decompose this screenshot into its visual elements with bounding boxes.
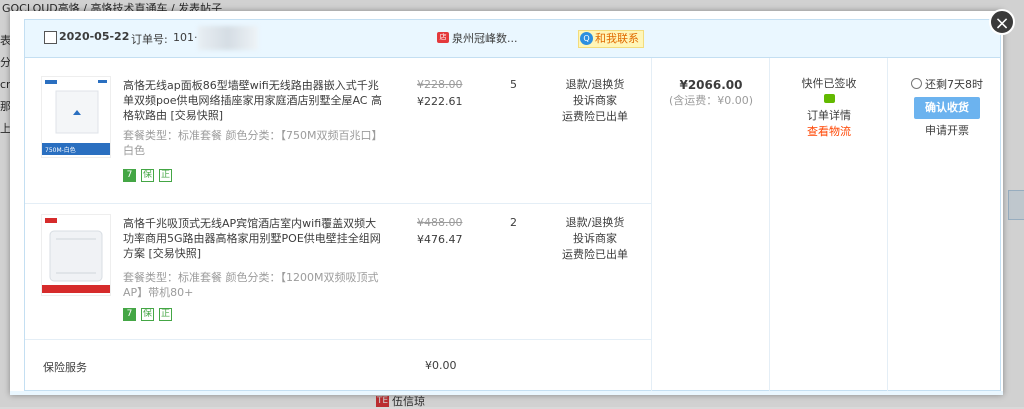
shipping-insurance-link[interactable]: 运费险已出单 (545, 109, 645, 125)
service-links: 退款/退换货 投诉商家 运费险已出单 (545, 215, 645, 263)
order-detail-link[interactable]: 订单详情 (770, 108, 888, 124)
row-divider (25, 203, 651, 204)
total-amount: ¥2066.00 (679, 78, 743, 92)
seven-day-return-icon[interactable]: 7 (123, 308, 136, 321)
product-image[interactable]: 750M-白色 (41, 76, 111, 158)
order-total: ¥2066.00 (含运费：¥0.00) (652, 78, 770, 108)
modal-footer-strip (10, 391, 1003, 395)
quantity: 2 (510, 216, 517, 229)
complain-link[interactable]: 投诉商家 (545, 93, 645, 109)
service-tags: 7保正 (123, 167, 177, 182)
countdown: 还剩7天8时 (925, 78, 983, 91)
guarantee-icon[interactable]: 保 (141, 169, 154, 182)
product-sku: 套餐类型：标准套餐 颜色分类：【1200M双频吸顶式AP】带机80+ (123, 271, 379, 299)
product-title-link[interactable]: 高恪千兆吸顶式无线AP宾馆酒店室内wifi覆盖双频大功率商用5G路由器高格家用别… (123, 216, 385, 261)
clock-icon (911, 78, 922, 89)
insurance-value: ¥0.00 (425, 359, 457, 372)
ap-panel-image: 750M-白色 (42, 77, 110, 157)
order-number-redacted (198, 26, 258, 50)
original-price: ¥488.00 (417, 216, 463, 229)
service-tags: 7保正 (123, 306, 177, 321)
confirm-receipt-button[interactable]: 确认收货 (914, 97, 980, 119)
view-logistics-link[interactable]: 查看物流 (770, 124, 888, 140)
product-title-link[interactable]: 高恪无线ap面板86型墙壁wifi无线路由器嵌入式千兆单双频poe供电网络插座家… (123, 78, 385, 123)
status-text: 快件已签收 (801, 77, 857, 90)
ceiling-ap-image (42, 215, 110, 295)
order-actions: 还剩7天8时 确认收货 申请开票 (888, 77, 1006, 139)
shop-name-link[interactable]: 泉州冠峰数... (452, 30, 518, 46)
service-links: 退款/退换货 投诉商家 运费险已出单 (545, 77, 645, 125)
order-modal: 2020-05-22 订单号: 101· 店 泉州冠峰数... Q 和我联系 7… (10, 11, 1003, 395)
invoice-link[interactable]: 申请开票 (888, 123, 1006, 139)
chat-icon: Q (580, 32, 593, 45)
shipping-insurance-link[interactable]: 运费险已出单 (545, 247, 645, 263)
image-caption: 750M-白色 (45, 146, 76, 154)
insurance-label: 保险服务 (43, 361, 87, 374)
shop-icon: 店 (437, 32, 449, 43)
order-checkbox[interactable] (44, 31, 57, 44)
refund-link[interactable]: 退款/退换货 (545, 215, 645, 231)
order-date: 2020-05-22 (59, 30, 130, 43)
seven-day-return-icon[interactable]: 7 (123, 169, 136, 182)
unit-price: ¥476.47 (417, 233, 463, 246)
order-header: 2020-05-22 订单号: 101· 店 泉州冠峰数... Q 和我联系 (25, 20, 1000, 58)
order-card: 2020-05-22 订单号: 101· 店 泉州冠峰数... Q 和我联系 7… (24, 19, 1001, 391)
complain-link[interactable]: 投诉商家 (545, 231, 645, 247)
shipping-note: (含运费：¥0.00) (668, 94, 754, 107)
original-price: ¥228.00 (417, 78, 463, 91)
refund-link[interactable]: 退款/退换货 (545, 77, 645, 93)
quantity: 5 (510, 78, 517, 91)
close-icon[interactable]: × (989, 9, 1015, 35)
contact-seller-button[interactable]: Q 和我联系 (578, 30, 644, 48)
wechat-icon[interactable] (823, 94, 835, 103)
order-status: 快件已签收 订单详情 查看物流 (770, 76, 888, 140)
genuine-icon[interactable]: 正 (159, 169, 172, 182)
order-number-label: 订单号: (131, 33, 168, 46)
guarantee-icon[interactable]: 保 (141, 308, 154, 321)
order-number: 101· (173, 31, 198, 44)
product-image[interactable] (41, 214, 111, 296)
row-divider (25, 339, 651, 340)
genuine-icon[interactable]: 正 (159, 308, 172, 321)
unit-price: ¥222.61 (417, 95, 463, 108)
contact-seller-label: 和我联系 (595, 32, 639, 45)
product-sku: 套餐类型：标准套餐 颜色分类：【750M双频百兆口】白色 (123, 129, 383, 157)
